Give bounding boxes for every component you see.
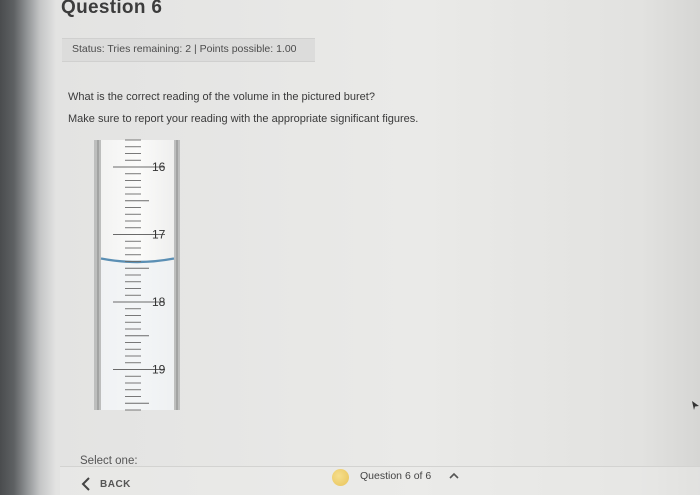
status-text: Status: Tries remaining: 2 | Points poss… [72,43,297,55]
quiz-page: Question 6 Status: Tries remaining: 2 | … [0,0,700,495]
scale-label-19: 19 [152,363,166,377]
back-label: BACK [100,478,131,490]
question-prompt: What is the correct reading of the volum… [68,91,375,103]
buret-image: 16 17 18 19 [94,139,180,411]
chevron-left-icon [81,477,90,491]
question-nav-label[interactable]: Question 6 of 6 [360,470,431,482]
scale-label-17: 17 [152,228,166,242]
scale-label-18: 18 [152,295,166,309]
chevron-up-icon[interactable] [448,470,460,482]
question-title: Question 6 [61,0,163,18]
scale-label-16: 16 [152,160,166,174]
mouse-cursor-icon [692,401,699,410]
status-bar: Status: Tries remaining: 2 | Points poss… [62,38,315,62]
question-status-dot [332,469,349,486]
back-button[interactable]: BACK [78,473,131,495]
question-instructions: Make sure to report your reading with th… [68,113,419,125]
